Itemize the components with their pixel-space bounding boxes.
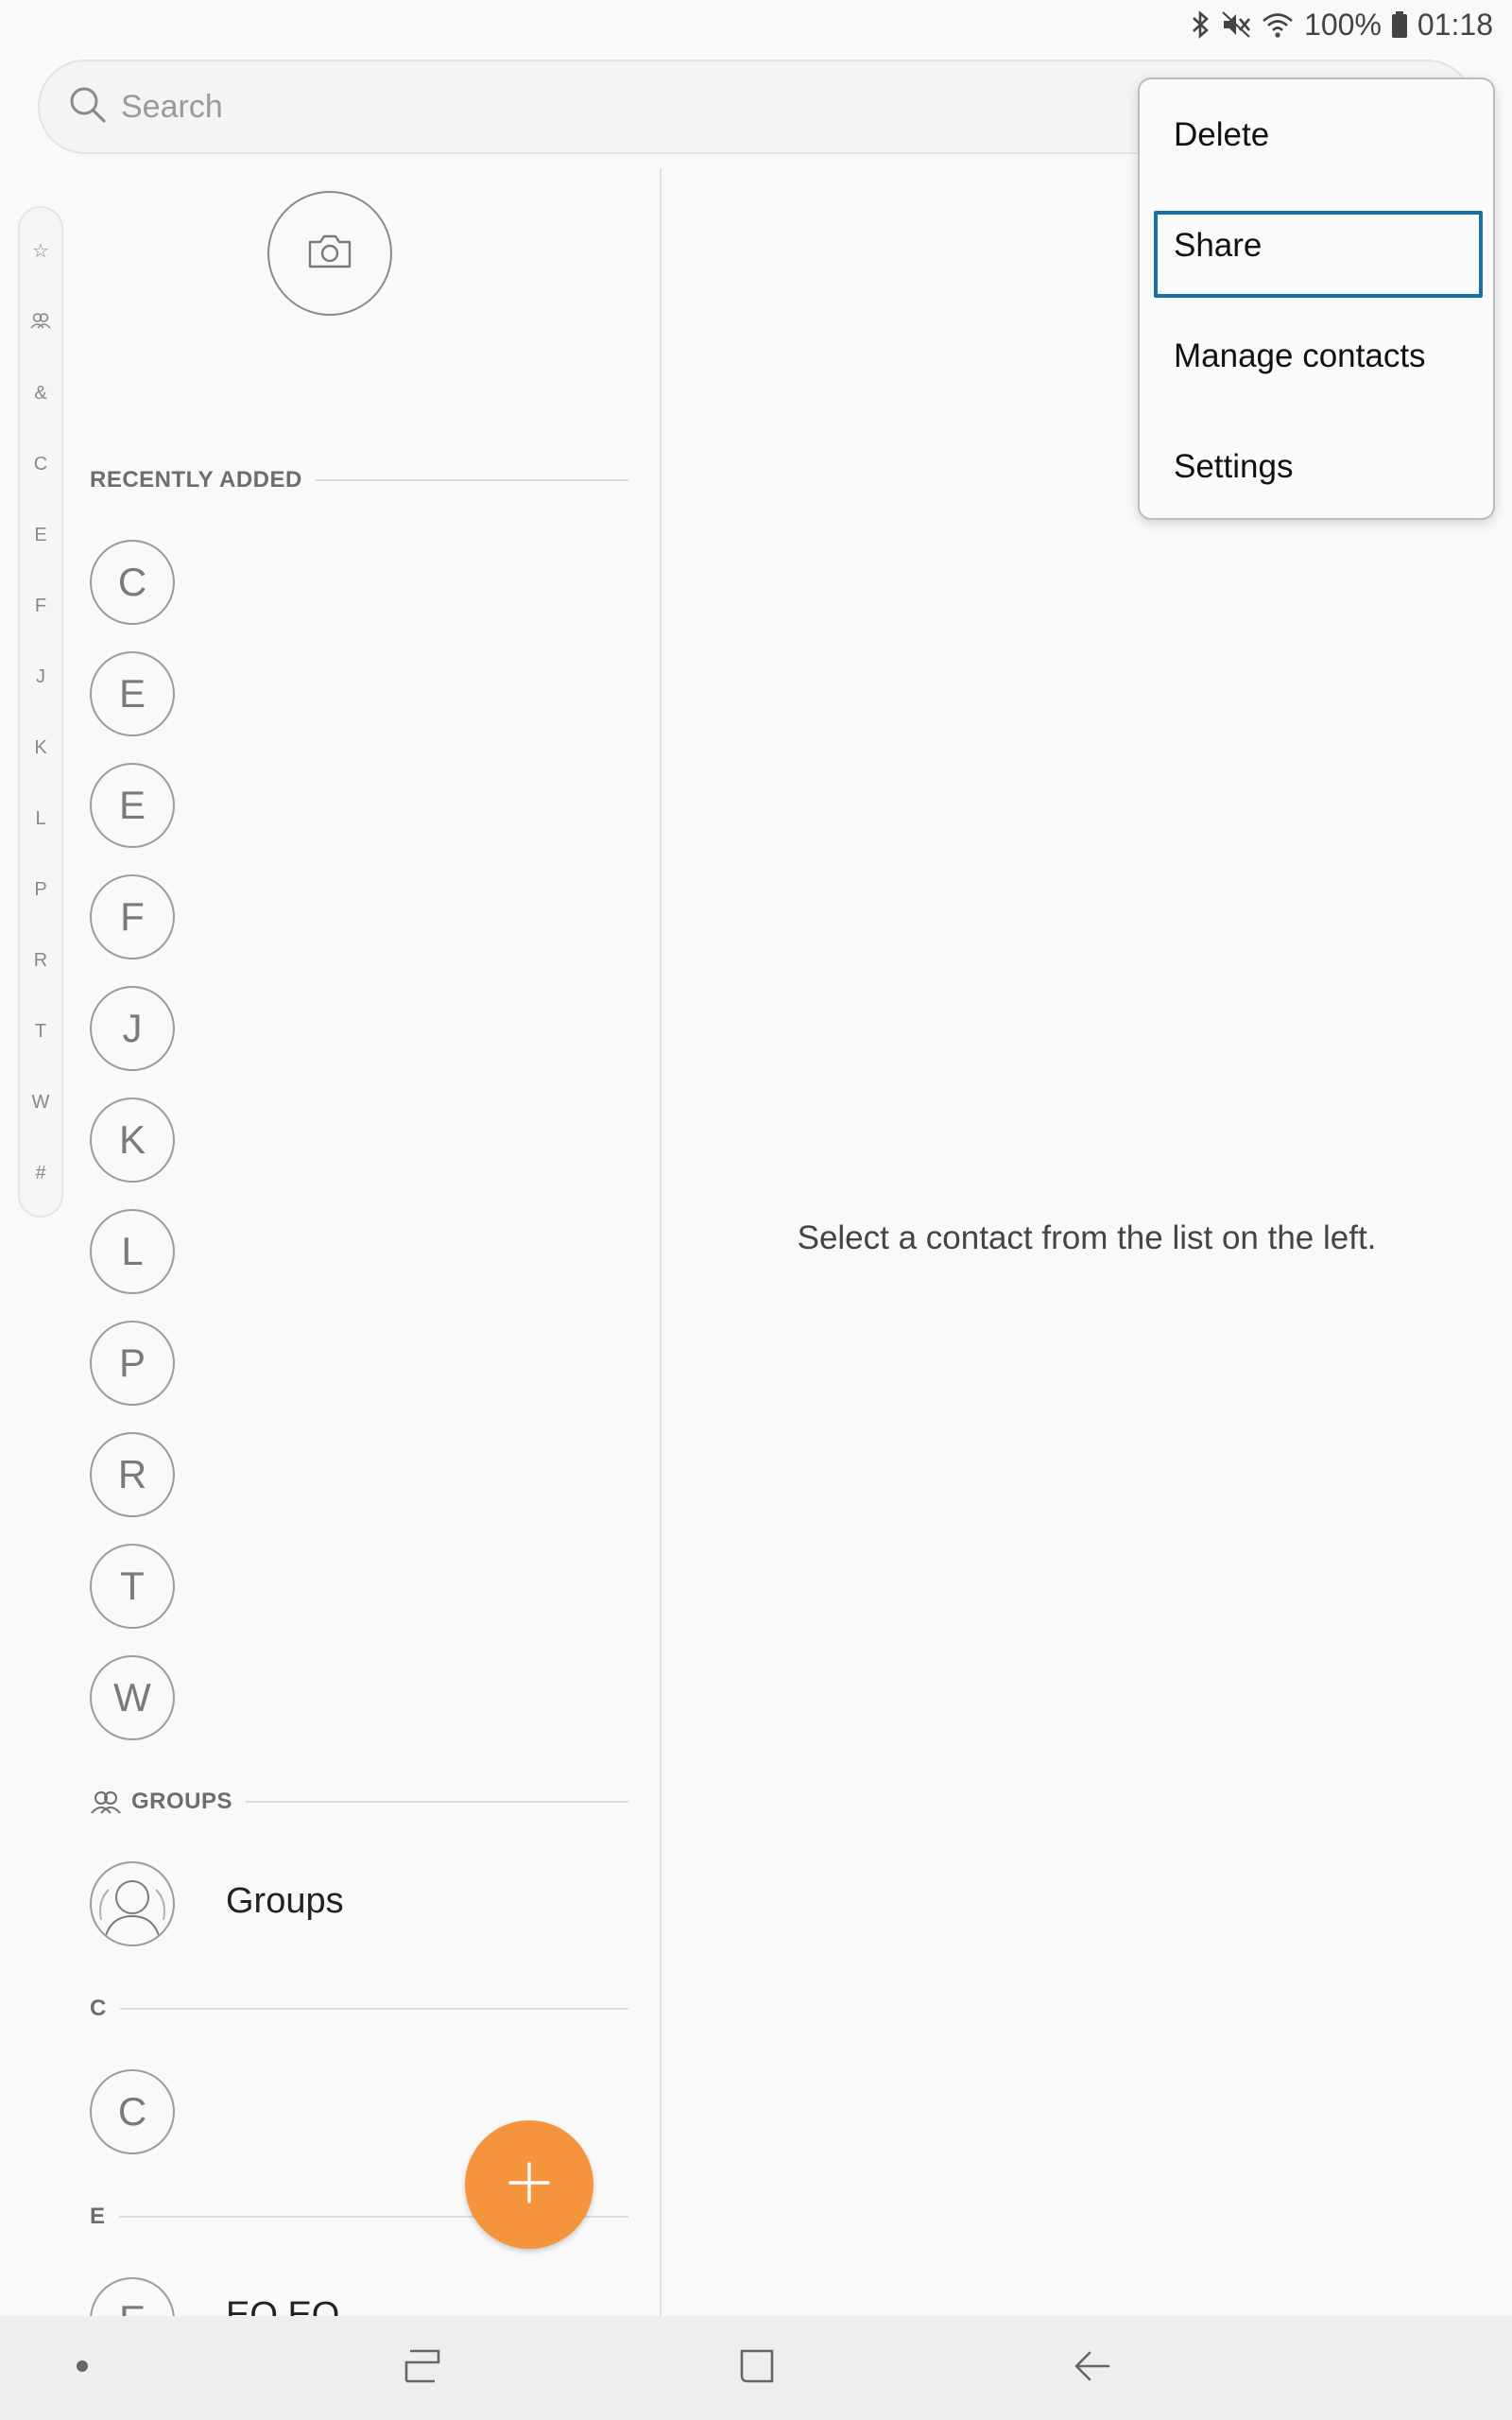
recents-icon	[401, 2347, 442, 2390]
recent-contact-avatar[interactable]: E	[90, 651, 175, 736]
section-divider	[119, 2008, 628, 2010]
profile-camera-button[interactable]	[267, 191, 392, 316]
battery-percent: 100%	[1304, 7, 1382, 42]
recently-added-header: RECENTLY ADDED	[90, 466, 628, 494]
contact-avatar[interactable]: C	[90, 2069, 175, 2154]
section-letter: C	[90, 1996, 107, 2021]
group-person-icon	[99, 1880, 165, 1940]
contacts-list[interactable]: RECENTLY ADDED C E E F J K L P R T W GRO…	[0, 0, 662, 2316]
recent-contact-avatar[interactable]: L	[90, 1209, 175, 1294]
groups-avatar[interactable]	[90, 1861, 175, 1946]
groups-icon	[90, 1789, 122, 1815]
nav-back-button[interactable]	[1035, 2316, 1148, 2420]
groups-title: GROUPS	[131, 1789, 233, 1814]
dot-icon	[75, 2359, 90, 2378]
back-icon	[1071, 2347, 1112, 2390]
recent-contact-avatar[interactable]: F	[90, 874, 175, 959]
menu-item-settings[interactable]: Settings	[1140, 411, 1493, 522]
bluetooth-icon	[1191, 10, 1211, 39]
recently-added-title: RECENTLY ADDED	[90, 467, 302, 493]
navigation-bar	[0, 2316, 1512, 2420]
plus-icon	[507, 2160, 552, 2210]
section-header-c: C	[90, 1995, 628, 2023]
section-divider	[315, 479, 628, 481]
battery-icon	[1391, 10, 1408, 39]
recent-contact-avatar[interactable]: P	[90, 1321, 175, 1406]
nav-home-button[interactable]	[700, 2316, 814, 2420]
status-icons: 100% 01:18	[1191, 6, 1493, 43]
menu-item-manage-contacts[interactable]: Manage contacts	[1140, 301, 1493, 411]
recent-contact-avatar[interactable]: E	[90, 763, 175, 848]
recent-contact-avatar[interactable]: J	[90, 986, 175, 1071]
clock: 01:18	[1417, 7, 1493, 42]
recent-contact-avatar[interactable]: T	[90, 1544, 175, 1629]
overflow-menu: Delete Share Manage contacts Settings	[1138, 78, 1495, 520]
camera-icon	[306, 233, 353, 275]
recent-contact-avatar[interactable]: R	[90, 1432, 175, 1517]
empty-detail-message: Select a contact from the list on the le…	[797, 1219, 1377, 1256]
nav-dot-button[interactable]	[26, 2316, 139, 2420]
add-contact-button[interactable]	[465, 2120, 593, 2249]
recent-contact-avatar[interactable]: K	[90, 1098, 175, 1183]
home-icon	[738, 2347, 776, 2390]
wifi-icon	[1261, 10, 1295, 39]
recent-contact-avatar[interactable]: C	[90, 540, 175, 625]
mute-icon	[1221, 10, 1251, 39]
menu-item-delete[interactable]: Delete	[1140, 79, 1493, 190]
section-divider	[246, 1801, 628, 1803]
groups-header: GROUPS	[90, 1788, 628, 1816]
groups-row-label[interactable]: Groups	[226, 1881, 344, 1922]
nav-recents-button[interactable]	[365, 2316, 478, 2420]
contact-avatar[interactable]: E	[90, 2277, 175, 2316]
menu-item-share[interactable]: Share	[1140, 190, 1493, 301]
contact-name[interactable]: EQ EQ	[226, 2295, 339, 2316]
recent-contact-avatar[interactable]: W	[90, 1655, 175, 1740]
section-letter: E	[90, 2204, 106, 2229]
